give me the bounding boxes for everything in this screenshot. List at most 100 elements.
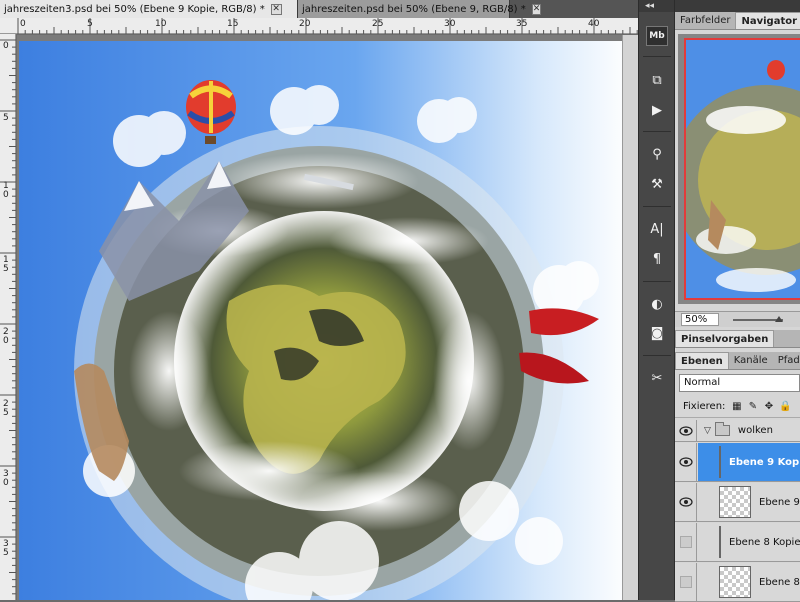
vertical-ruler[interactable]: 0 5 1 0 1 5 2 0 2 5 3 0 3 5 [0,34,16,600]
layer-body: Ebene 8 [698,563,800,601]
visibility-toggle[interactable] [675,420,697,441]
dock-separator [643,131,671,132]
blend-mode-row: Normal [675,371,800,395]
dock-separator [643,56,671,57]
dock-separator [643,281,671,282]
ruler-ticks [17,18,638,34]
tab-pfade[interactable]: Pfade [773,352,800,369]
document-tab-title: jahreszeiten.psd bei 50% (Ebene 9, RGB/8… [302,3,526,15]
layer-row[interactable]: Ebene 8 [675,563,800,602]
layer-thumbnail [719,526,721,558]
adjustments-icon[interactable]: ◐ [646,294,668,314]
layer-name: wolken [737,425,773,436]
brush-panel-tabs: Pinselvorgaben [675,330,800,348]
ruler-label: 20 [299,19,311,29]
close-icon[interactable]: ✕ [531,3,542,15]
eye-icon [678,425,693,436]
ruler-label: 5 [3,113,9,123]
layer-row[interactable]: Ebene 9 [675,483,800,522]
collapse-dock-icon[interactable]: ◂◂ [639,0,674,12]
ruler-label: 5 [87,19,93,29]
tab-farbfelder[interactable]: Farbfelder [675,12,735,29]
layer-group-body: ▽ wolken [698,420,800,441]
ruler-label: 2 5 [3,399,9,418]
navigator-zoom-bar: 50% [675,311,800,327]
lock-transparency-icon[interactable]: ▦ [731,401,742,412]
expand-triangle-icon[interactable]: ▽ [704,426,711,436]
lock-row: Fixieren: ▦ ✎ ✥ 🔒 [675,396,800,418]
layer-body: Ebene 9 Kopie [698,443,800,481]
layer-body: Ebene 8 Kopie [698,523,800,561]
eye-icon [678,457,693,467]
styles-icon[interactable]: ✂ [646,368,668,388]
panel-column: Farbfelder Navigator 50% Pinselvorgaben … [675,0,800,602]
document-tab-inactive[interactable]: jahreszeiten.psd bei 50% (Ebene 9, RGB/8… [298,0,542,18]
layers-list: ▽ wolken Ebene 9 Kopie Ebene 9 [675,420,800,602]
history-icon[interactable]: ⧉ [646,70,668,90]
tab-ebenen[interactable]: Ebenen [675,352,729,369]
navigator-zoom-slider[interactable] [733,315,783,322]
actions-icon[interactable]: ▶ [646,100,668,120]
lock-brush-icon[interactable]: ✎ [747,401,758,412]
layer-name: Ebene 9 [759,496,800,508]
lock-move-icon[interactable]: ✥ [763,401,774,412]
document-image[interactable] [19,41,630,600]
layer-body: Ebene 9 [698,483,800,521]
layer-row-selected[interactable]: Ebene 9 Kopie [675,443,800,482]
planet-collage-image [19,41,630,600]
character-icon[interactable]: A| [646,219,668,239]
navigator-panel-tabs: Farbfelder Navigator [675,12,800,30]
tab-kanaele[interactable]: Kanäle [729,352,773,369]
layer-name: Ebene 8 Kopie [729,536,800,548]
navigator-view-frame[interactable] [684,38,800,300]
visibility-toggle[interactable] [675,483,697,521]
visibility-toggle[interactable] [675,523,697,561]
lock-label: Fixieren: [683,401,726,412]
visibility-toggle[interactable] [675,563,697,601]
layers-panel-tabs: Ebenen Kanäle Pfade [675,352,800,370]
close-icon[interactable]: ✕ [270,3,282,15]
tab-navigator[interactable]: Navigator [735,12,800,29]
panel-column-header [675,0,800,12]
layer-thumbnail [719,486,751,518]
ruler-label: 3 5 [3,539,9,558]
dock-separator [643,206,671,207]
ruler-label: 15 [227,19,239,29]
tab-pinselvorgaben[interactable]: Pinselvorgaben [675,330,775,347]
masks-icon[interactable]: ◙ [646,323,668,343]
ruler-label: 2 0 [3,327,9,346]
ruler-label: 35 [516,19,528,29]
navigator-preview[interactable] [678,34,800,304]
layer-name: Ebene 8 [759,576,800,588]
tool-presets-icon[interactable]: ⚒ [646,174,668,194]
horizontal-ruler[interactable]: 0 5 10 15 20 25 30 35 40 [0,18,638,34]
navigator-thumbnail [686,40,800,298]
paragraph-icon[interactable]: ¶ [646,249,668,269]
ruler-label: 1 5 [3,255,9,274]
ruler-label: 25 [372,19,384,29]
layer-group-row[interactable]: ▽ wolken [675,420,800,442]
canvas-vertical-scrollbar[interactable] [622,35,638,600]
visibility-toggle[interactable] [675,443,697,481]
navigator-zoom-field[interactable]: 50% [681,313,719,326]
dock-separator [643,355,671,356]
lock-all-icon[interactable]: 🔒 [779,401,791,412]
ruler-label: 0 [3,41,9,51]
mini-bridge-icon[interactable]: Mb [646,26,668,46]
hidden-visibility-box [679,576,692,588]
layer-thumbnail [719,566,751,598]
layer-row[interactable]: Ebene 8 Kopie [675,523,800,562]
ruler-label: 1 0 [3,181,9,200]
layer-name: Ebene 9 Kopie [729,456,800,468]
hidden-visibility-box [679,536,692,548]
document-tab-active[interactable]: jahreszeiten3.psd bei 50% (Ebene 9 Kopie… [0,0,298,18]
document-tab-title: jahreszeiten3.psd bei 50% (Ebene 9 Kopie… [4,3,265,15]
canvas-area[interactable] [17,35,638,600]
layer-thumbnail [719,446,721,478]
ruler-label: 10 [155,19,167,29]
blend-mode-select[interactable]: Normal [679,374,800,392]
ruler-label: 40 [588,19,600,29]
clone-source-icon[interactable]: ⚲ [646,144,668,164]
panel-icon-dock: ◂◂ Mb ⧉ ▶ ⚲ ⚒ A| ¶ ◐ ◙ ✂ [638,0,675,600]
eye-icon [678,497,693,507]
